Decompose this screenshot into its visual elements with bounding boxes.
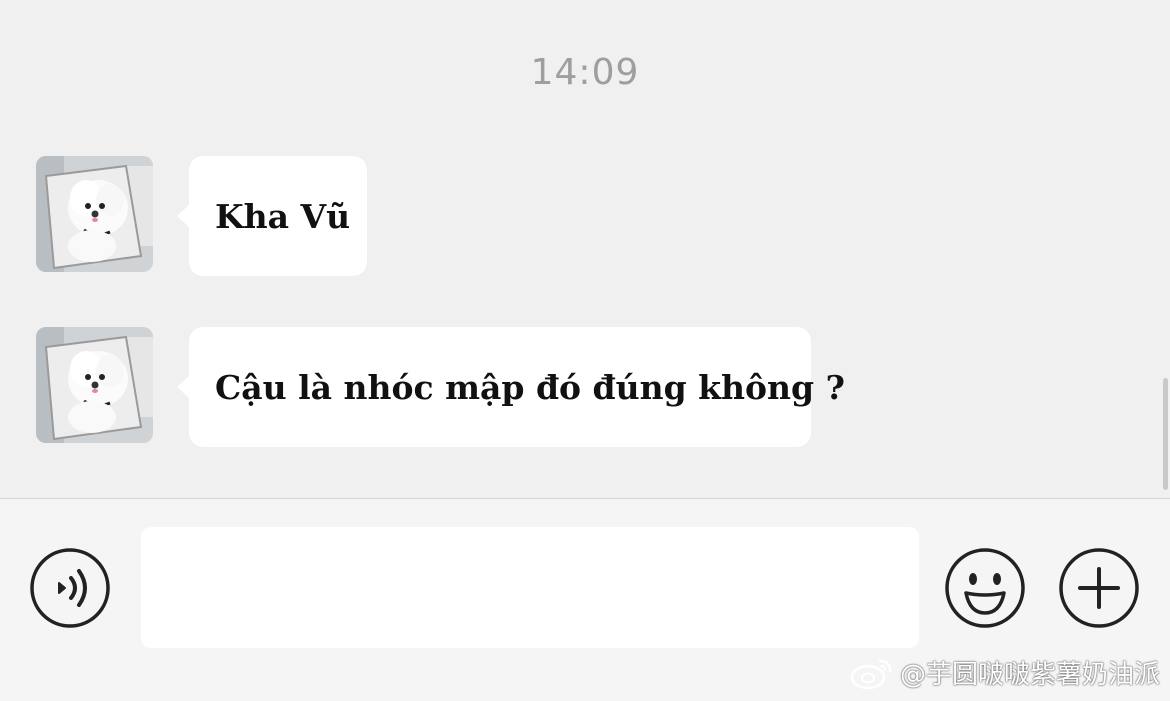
add-button[interactable]	[1058, 547, 1140, 629]
chat-history[interactable]: 14:09 Kha Vũ Cậu là nhóc mập đó đúng khô…	[0, 0, 1170, 498]
avatar[interactable]	[36, 327, 153, 443]
input-bar: @芋圆啵啵紫薯奶油派	[0, 498, 1170, 701]
emoji-icon	[945, 548, 1025, 628]
message-row: Cậu là nhóc mập đó đúng không ?	[36, 327, 845, 447]
message-timestamp: 14:09	[530, 52, 640, 93]
avatar[interactable]	[36, 156, 153, 272]
emoji-button[interactable]	[944, 547, 1026, 629]
message-row: Kha Vũ	[36, 156, 436, 276]
message-input[interactable]	[141, 527, 919, 648]
message-bubble[interactable]: Cậu là nhóc mập đó đúng không ?	[177, 327, 845, 447]
add-icon	[1059, 548, 1139, 628]
watermark-text: @芋圆啵啵紫薯奶油派	[899, 660, 1160, 690]
watermark: @芋圆啵啵紫薯奶油派	[850, 654, 1160, 691]
voice-icon	[30, 548, 110, 628]
scrollbar[interactable]	[1163, 378, 1168, 490]
weibo-logo-icon	[850, 659, 892, 689]
message-bubble[interactable]: Kha Vũ	[177, 156, 367, 276]
voice-button[interactable]	[29, 547, 111, 629]
